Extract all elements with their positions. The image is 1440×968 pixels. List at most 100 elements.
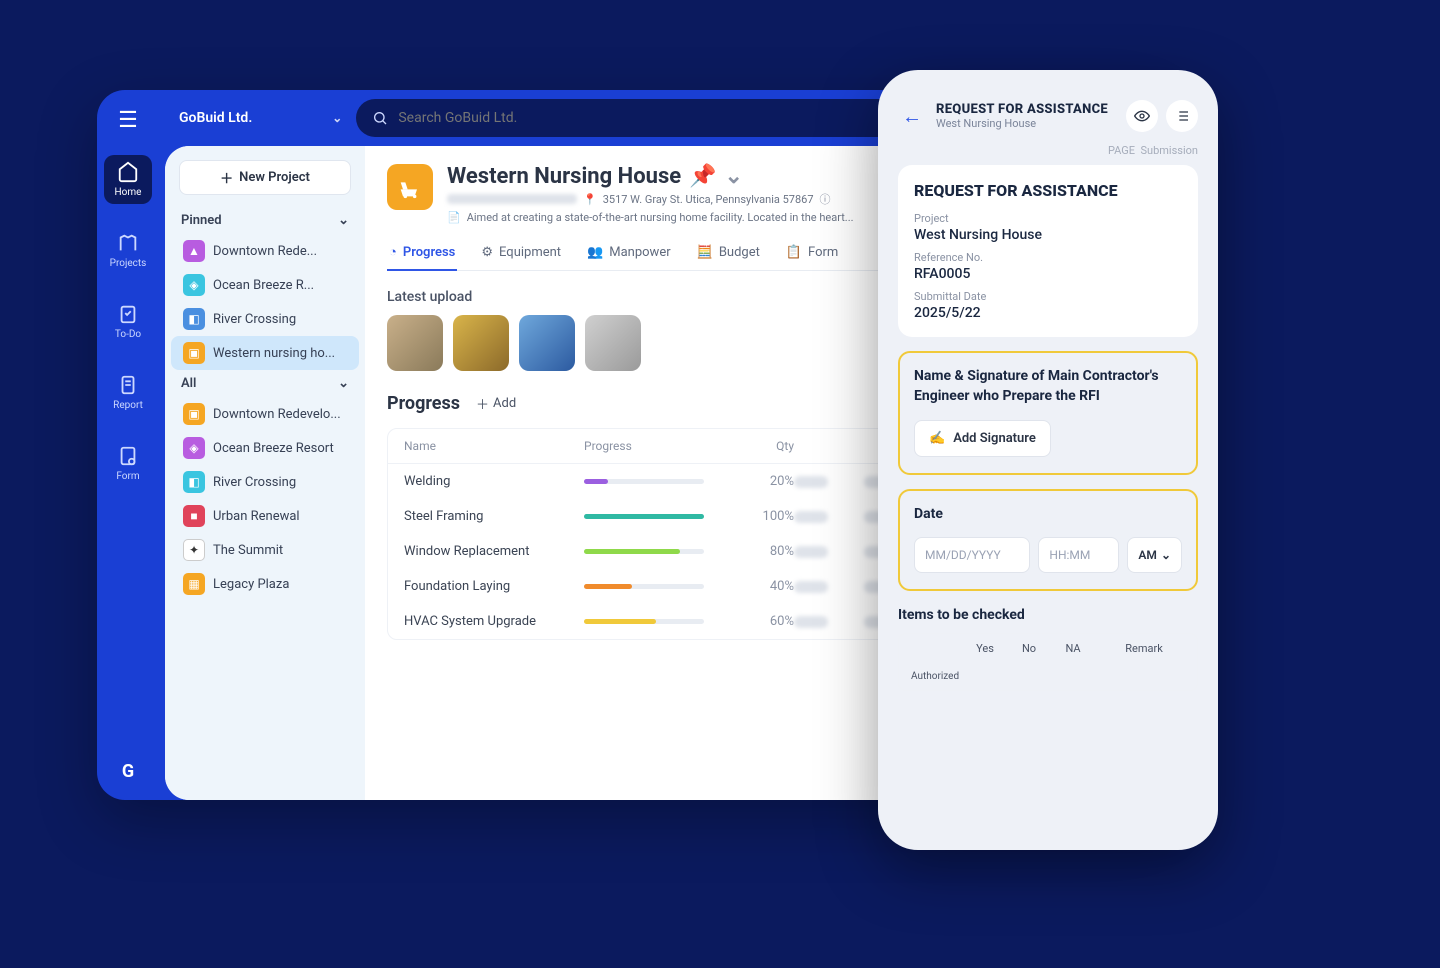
chevron-down-icon: ⌄: [1161, 548, 1171, 562]
row-pct: 80%: [734, 544, 794, 559]
all-section-header[interactable]: All ⌄: [165, 370, 365, 397]
col-progress: Progress: [584, 439, 734, 453]
project-logo-icon: [387, 164, 433, 210]
add-signature-button[interactable]: ✍ Add Signature: [914, 420, 1051, 457]
mobile-header-title: REQUEST FOR ASSISTANCE: [936, 102, 1116, 117]
page-tag: PAGE Submission: [898, 144, 1198, 157]
tab-budget[interactable]: 🧮Budget: [695, 238, 762, 270]
project-name: River Crossing: [213, 475, 296, 490]
project-name: Downtown Redevelo...: [213, 407, 341, 422]
project-item[interactable]: ◈Ocean Breeze Resort: [171, 431, 359, 465]
pin-icon[interactable]: 📌: [689, 164, 716, 189]
col-no: No: [1007, 642, 1051, 655]
nav-todo[interactable]: To-Do: [104, 297, 152, 346]
field-value-submittal-date: 2025/5/22: [914, 305, 1182, 321]
col-remark: Remark: [1095, 642, 1193, 655]
new-project-button[interactable]: ＋ New Project: [179, 160, 351, 195]
project-name: Downtown Rede...: [213, 244, 317, 259]
time-input[interactable]: HH:MM: [1038, 537, 1119, 573]
blurred-qty: [794, 616, 828, 628]
col-na: NA: [1051, 642, 1095, 655]
pinned-item[interactable]: ◧River Crossing: [171, 302, 359, 336]
pinned-item[interactable]: ▲Downtown Rede...: [171, 234, 359, 268]
project-list-sidebar: ＋ New Project Pinned⌄ ▲Downtown Rede... …: [165, 146, 365, 800]
check-table-header: Yes No NA Remark: [899, 634, 1197, 663]
upload-thumbnail[interactable]: [585, 315, 641, 371]
progress-bar: [584, 514, 704, 519]
brand-logo-icon: G: [122, 761, 134, 782]
row-pct: 20%: [734, 474, 794, 489]
nav-projects[interactable]: Projects: [104, 226, 152, 275]
upload-thumbnail[interactable]: [387, 315, 443, 371]
form-title: REQUEST FOR ASSISTANCE: [914, 181, 1182, 200]
pinned-item-selected[interactable]: ▣Western nursing ho...: [171, 336, 359, 370]
search-icon: [372, 110, 388, 126]
row-name: Welding: [404, 474, 584, 489]
tab-equipment[interactable]: ⚙Equipment: [479, 238, 563, 270]
project-item[interactable]: ◧River Crossing: [171, 465, 359, 499]
tab-manpower[interactable]: 👥Manpower: [585, 238, 673, 270]
signature-icon: ✍: [929, 431, 945, 446]
project-item[interactable]: ✦The Summit: [171, 533, 359, 567]
project-item[interactable]: ▦Legacy Plaza: [171, 567, 359, 601]
blurred-qty: [794, 546, 828, 558]
field-label-submittal-date: Submittal Date: [914, 290, 1182, 303]
nav-home[interactable]: Home: [104, 155, 152, 204]
list-button[interactable]: [1166, 100, 1198, 132]
company-switcher[interactable]: GoBuid Ltd. ⌄: [179, 110, 342, 126]
project-name: Urban Renewal: [213, 509, 300, 524]
project-name: River Crossing: [213, 312, 296, 327]
upload-thumbnail[interactable]: [519, 315, 575, 371]
location-icon: 📍: [583, 193, 597, 206]
row-pct: 60%: [734, 614, 794, 629]
progress-bar: [584, 549, 704, 554]
all-label: All: [181, 376, 196, 391]
check-table: Yes No NA Remark Authorized: [898, 633, 1198, 691]
upload-thumbnail[interactable]: [453, 315, 509, 371]
nav-todo-label: To-Do: [115, 329, 141, 340]
nav-form[interactable]: Form: [104, 439, 152, 488]
pinned-section-header[interactable]: Pinned ⌄: [165, 207, 365, 234]
date-input[interactable]: MM/DD/YYYY: [914, 537, 1030, 573]
company-name: GoBuid Ltd.: [179, 110, 252, 126]
new-project-label: New Project: [239, 170, 310, 185]
row-name: HVAC System Upgrade: [404, 614, 584, 629]
icon-rail: ☰ Home Projects To-Do Report Form G: [97, 90, 159, 800]
project-item[interactable]: ▣Downtown Redevelo...: [171, 397, 359, 431]
equipment-icon: ⚙: [481, 245, 493, 260]
nav-home-label: Home: [115, 187, 142, 198]
menu-icon[interactable]: ☰: [118, 108, 138, 133]
field-value-reference: RFA0005: [914, 266, 1182, 282]
progress-icon: ◔: [389, 244, 397, 260]
add-progress-button[interactable]: ＋ Add: [476, 394, 516, 413]
chevron-down-icon: ⌄: [338, 376, 349, 391]
row-name: Steel Framing: [404, 509, 584, 524]
mobile-device: ← REQUEST FOR ASSISTANCE West Nursing Ho…: [878, 70, 1218, 850]
check-row-label: Authorized: [903, 671, 963, 682]
tab-form[interactable]: 📋Form: [784, 238, 840, 270]
date-label: Date: [914, 505, 1182, 525]
items-heading: Items to be checked: [898, 607, 1198, 623]
col-qty: Qty: [734, 439, 794, 453]
project-item[interactable]: ■Urban Renewal: [171, 499, 359, 533]
project-address: 3517 W. Gray St. Utica, Pennsylvania 578…: [603, 193, 814, 206]
ampm-select[interactable]: AM ⌄: [1127, 537, 1182, 573]
col-yes: Yes: [963, 642, 1007, 655]
pinned-label: Pinned: [181, 213, 222, 228]
tab-progress[interactable]: ◔Progress: [387, 238, 457, 270]
info-icon[interactable]: ⓘ: [820, 191, 831, 207]
back-button[interactable]: ←: [898, 102, 926, 130]
note-icon: 📄: [447, 211, 461, 224]
pinned-item[interactable]: ◈Ocean Breeze R...: [171, 268, 359, 302]
chevron-down-icon[interactable]: ⌄: [725, 164, 743, 189]
preview-button[interactable]: [1126, 100, 1158, 132]
project-name: Ocean Breeze R...: [213, 278, 314, 293]
chevron-down-icon: ⌄: [338, 213, 349, 228]
field-label-project: Project: [914, 212, 1182, 225]
nav-report-label: Report: [113, 400, 143, 411]
budget-icon: 🧮: [697, 245, 713, 260]
field-value-project: West Nursing House: [914, 227, 1182, 243]
project-name: Legacy Plaza: [213, 577, 289, 592]
row-pct: 40%: [734, 579, 794, 594]
nav-report[interactable]: Report: [104, 368, 152, 417]
